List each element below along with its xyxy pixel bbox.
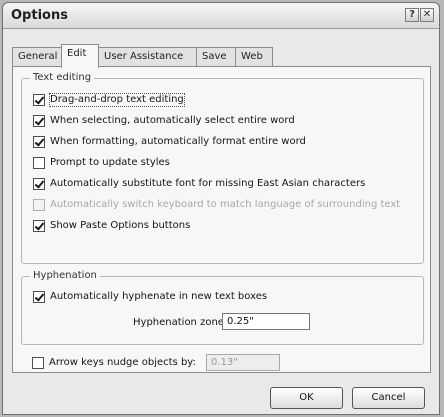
hyphenation-zone-label: Hyphenation zone: xyxy=(133,317,228,328)
nudge-objects-checkbox[interactable] xyxy=(32,357,44,369)
hyphenation-zone-input[interactable]: 0.25" xyxy=(222,313,310,330)
text-editing-legend: Text editing xyxy=(30,72,95,83)
tab-label: Web xyxy=(241,51,263,62)
select-entire-word-checkbox[interactable] xyxy=(33,115,45,127)
drag-drop-checkbox[interactable] xyxy=(33,94,45,106)
ok-button[interactable]: OK xyxy=(270,387,343,409)
switch-keyboard-checkbox xyxy=(33,199,45,211)
tab-user-assistance[interactable]: User Assistance xyxy=(98,47,197,66)
edit-tab-panel: Text editing Drag-and-drop text editing … xyxy=(12,66,431,373)
paste-options-label: Show Paste Options buttons xyxy=(50,220,191,231)
help-button[interactable]: ? xyxy=(405,8,419,22)
close-button[interactable]: ✕ xyxy=(420,8,434,22)
nudge-amount-input: 0.13" xyxy=(206,354,280,371)
tab-label: User Assistance xyxy=(104,51,184,62)
auto-hyphenate-label: Automatically hyphenate in new text boxe… xyxy=(50,291,268,302)
tab-web[interactable]: Web xyxy=(235,47,273,66)
text-editing-group: Text editing Drag-and-drop text editing … xyxy=(21,72,424,264)
prompt-update-styles-label: Prompt to update styles xyxy=(50,157,170,168)
tab-label: Save xyxy=(202,51,227,62)
tab-label: Edit xyxy=(67,48,87,59)
select-entire-word-label: When selecting, automatically select ent… xyxy=(50,115,295,126)
auto-hyphenate-checkbox[interactable] xyxy=(33,291,45,303)
tab-save[interactable]: Save xyxy=(196,47,236,66)
format-entire-word-checkbox[interactable] xyxy=(33,136,45,148)
tab-edit[interactable]: Edit xyxy=(61,44,99,68)
substitute-font-label: Automatically substitute font for missin… xyxy=(50,178,366,189)
hyphenation-group: Hyphenation Automatically hyphenate in n… xyxy=(21,270,424,345)
substitute-font-checkbox[interactable] xyxy=(33,178,45,190)
close-icon: ✕ xyxy=(422,9,432,20)
tab-general[interactable]: General xyxy=(12,47,62,66)
format-entire-word-label: When formatting, automatically format en… xyxy=(50,136,306,147)
nudge-objects-label: Arrow keys nudge objects by: xyxy=(49,357,196,368)
tab-label: General xyxy=(18,51,58,62)
paste-options-checkbox[interactable] xyxy=(33,220,45,232)
options-dialog: Options ? ✕ General Edit User Assistance… xyxy=(2,2,440,415)
prompt-update-styles-checkbox[interactable] xyxy=(33,157,45,169)
window-title: Options xyxy=(11,8,68,23)
title-bar[interactable]: Options ? ✕ xyxy=(3,3,439,29)
drag-drop-label: Drag-and-drop text editing xyxy=(49,93,185,107)
hyphenation-legend: Hyphenation xyxy=(30,270,100,281)
switch-keyboard-label: Automatically switch keyboard to match l… xyxy=(50,199,401,210)
cancel-button[interactable]: Cancel xyxy=(352,387,425,409)
